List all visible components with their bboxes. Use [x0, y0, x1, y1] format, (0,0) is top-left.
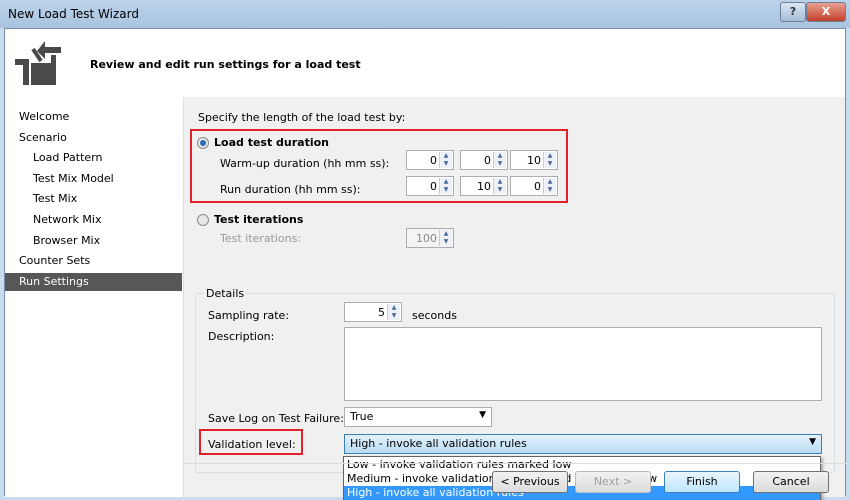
sidebar-item-counter-sets[interactable]: Counter Sets: [5, 252, 182, 270]
details-title: Details: [204, 287, 247, 300]
sidebar-item-welcome[interactable]: Welcome: [5, 108, 182, 126]
warmup-spinner-hours[interactable]: 0 ▲ ▼: [406, 150, 454, 170]
specify-label: Specify the length of the load test by:: [198, 111, 406, 124]
spin-arrows-icon[interactable]: ▲ ▼: [493, 152, 506, 168]
sidebar-item-browser-mix[interactable]: Browser Mix: [5, 232, 182, 250]
iterations-spinner[interactable]: 100 ▲ ▼: [406, 228, 454, 248]
sidebar-item-run-settings[interactable]: Run Settings: [5, 272, 182, 291]
title-bar: New Load Test Wizard ? X: [0, 0, 850, 28]
header-text: Review and edit run settings for a load …: [90, 58, 361, 71]
warmup-spinner-minutes[interactable]: 0 ▲ ▼: [460, 150, 508, 170]
sidebar-item-load-pattern[interactable]: Load Pattern: [5, 149, 182, 167]
warmup-spinner-seconds[interactable]: 10 ▲ ▼: [510, 150, 558, 170]
iterations-label: Test iterations:: [220, 232, 302, 245]
spin-arrows-icon[interactable]: ▲ ▼: [493, 178, 506, 194]
warmup-label: Warm-up duration (hh mm ss):: [220, 157, 390, 170]
spin-arrows-icon[interactable]: ▲ ▼: [387, 304, 400, 320]
close-button[interactable]: X: [806, 2, 846, 22]
wizard-header: Review and edit run settings for a load …: [5, 29, 845, 97]
wizard-body: Review and edit run settings for a load …: [4, 28, 846, 500]
run-label: Run duration (hh mm ss):: [220, 183, 361, 196]
iterations-radio[interactable]: [197, 214, 209, 226]
sampling-spinner[interactable]: 5 ▲ ▼: [344, 302, 402, 322]
chevron-down-icon: ▼: [479, 410, 486, 420]
sidebar-item-scenario[interactable]: Scenario: [5, 129, 182, 147]
run-spinner-minutes[interactable]: 10 ▲ ▼: [460, 176, 508, 196]
validation-select[interactable]: High - invoke all validation rules ▼: [344, 434, 822, 454]
duration-radio-label[interactable]: Load test duration: [214, 136, 329, 149]
spin-arrows-icon[interactable]: ▲ ▼: [543, 152, 556, 168]
savelog-label: Save Log on Test Failure:: [208, 412, 344, 425]
description-input[interactable]: [344, 327, 822, 401]
sidebar-item-test-mix-model[interactable]: Test Mix Model: [5, 170, 182, 188]
sampling-unit: seconds: [412, 309, 457, 322]
duration-radio[interactable]: [197, 137, 209, 149]
run-spinner-seconds[interactable]: 0 ▲ ▼: [510, 176, 558, 196]
previous-button[interactable]: < Previous: [492, 471, 568, 493]
window-title: New Load Test Wizard: [8, 7, 139, 21]
load-test-wizard-icon: [15, 41, 61, 85]
sampling-label: Sampling rate:: [208, 309, 290, 322]
wizard-steps: Welcome Scenario Load Pattern Test Mix Mode…: [5, 97, 183, 497]
iterations-radio-label[interactable]: Test iterations: [214, 213, 303, 226]
description-label: Description:: [208, 330, 275, 343]
validation-label: Validation level:: [208, 438, 296, 451]
spin-arrows-icon[interactable]: ▲ ▼: [439, 230, 452, 246]
spin-arrows-icon[interactable]: ▲ ▼: [439, 178, 452, 194]
sidebar-item-test-mix[interactable]: Test Mix: [5, 190, 182, 208]
validation-option[interactable]: Low - invoke validation rules marked low: [344, 458, 820, 472]
finish-button[interactable]: Finish: [664, 471, 740, 493]
sidebar-item-network-mix[interactable]: Network Mix: [5, 211, 182, 229]
spin-arrows-icon[interactable]: ▲ ▼: [439, 152, 452, 168]
savelog-select[interactable]: True ▼: [344, 407, 492, 427]
divider: [184, 463, 846, 464]
spin-arrows-icon[interactable]: ▲ ▼: [543, 178, 556, 194]
next-button[interactable]: Next >: [575, 471, 651, 493]
help-button[interactable]: ?: [780, 2, 806, 22]
run-spinner-hours[interactable]: 0 ▲ ▼: [406, 176, 454, 196]
cancel-button[interactable]: Cancel: [753, 471, 829, 493]
run-settings-panel: Specify the length of the load test by: …: [183, 97, 846, 500]
chevron-down-icon: ▼: [809, 437, 816, 447]
